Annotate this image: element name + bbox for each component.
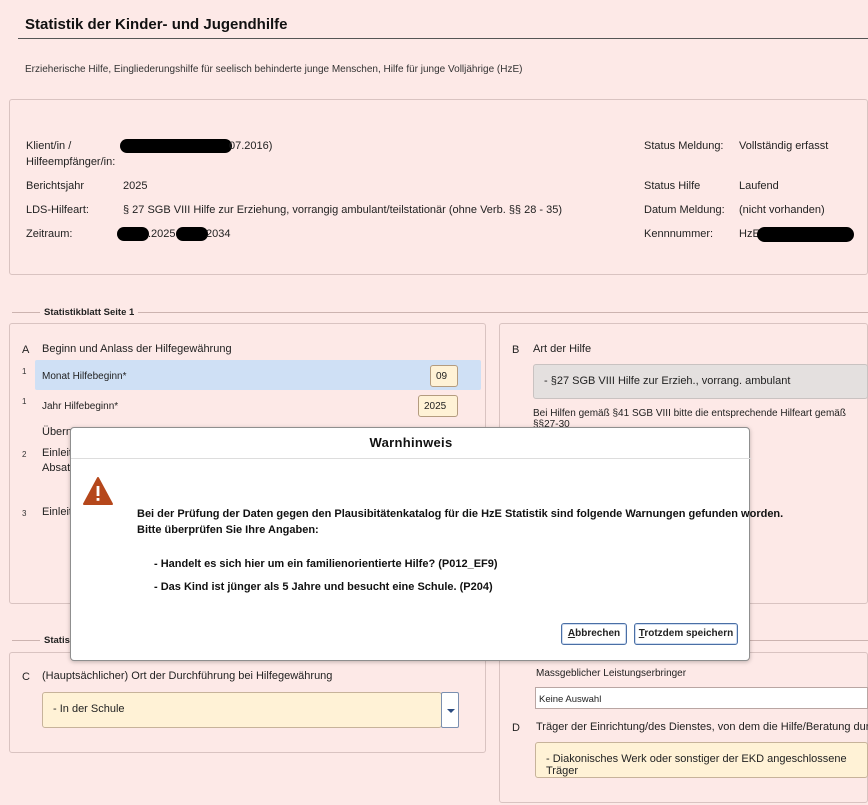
- warning-item-1: - Handelt es sich hier um ein familienor…: [154, 558, 498, 570]
- zeitraum-label: Zeitraum:: [26, 228, 73, 240]
- dialog-message-line-1: Bei der Prüfung der Daten gegen den Plau…: [137, 508, 784, 520]
- chevron-down-icon: [447, 709, 455, 713]
- section-b-letter: B: [512, 344, 520, 356]
- redacted-date-start: [117, 227, 149, 241]
- section-c-title: (Hauptsächlicher) Ort der Durchführung b…: [42, 670, 333, 682]
- client-value: 07.2016): [229, 140, 273, 152]
- section-c-letter: C: [22, 671, 30, 683]
- section-d-title: Träger der Einrichtung/des Dienstes, von…: [536, 721, 868, 733]
- status-meldung-value: Vollständig erfasst: [739, 140, 829, 152]
- jahr-label: Jahr Hilfebeginn*: [42, 401, 119, 412]
- page-subtitle: Erzieherische Hilfe, Eingliederungshilfe…: [25, 64, 523, 75]
- blatt1-legend: Statistikblatt Seite 1: [44, 307, 135, 318]
- monat-input[interactable]: 09: [430, 365, 458, 387]
- legend-line-left-2: [12, 640, 40, 641]
- leistungserbringer-label: Massgeblicher Leistungserbringer: [536, 668, 687, 679]
- dialog-title: Warnhinweis: [369, 435, 453, 450]
- einleitung-label: Einleit: [42, 447, 72, 459]
- client-label: Klient/in /: [26, 140, 72, 152]
- ort-select-dropdown-button[interactable]: [441, 692, 459, 728]
- lds-label: LDS-Hilfeart:: [26, 204, 89, 216]
- row-number: 1: [22, 397, 27, 406]
- warning-icon: [82, 476, 114, 506]
- warning-dialog: Warnhinweis Bei der Prüfung der Daten ge…: [70, 427, 783, 661]
- legend-line-right-2: [740, 640, 868, 641]
- leistungserbringer-select[interactable]: Keine Auswahl: [535, 687, 868, 709]
- traeger-field[interactable]: - Diakonisches Werk oder sonstiger der E…: [535, 742, 868, 778]
- cancel-button[interactable]: Abbrechen: [561, 623, 627, 645]
- jahr-input[interactable]: 2025: [418, 395, 458, 417]
- status-hilfe-label: Status Hilfe: [644, 180, 701, 192]
- warning-item-2: - Das Kind ist jünger als 5 Jahre und be…: [154, 581, 493, 593]
- berichtsjahr-label: Berichtsjahr: [26, 180, 85, 192]
- datum-meldung-label: Datum Meldung:: [644, 204, 725, 216]
- art-der-hilfe-field[interactable]: - §27 SGB VIII Hilfe zur Erzieh., vorran…: [533, 364, 868, 399]
- berichtsjahr-value: 2025: [123, 180, 148, 192]
- kennnummer-label: Kennnummer:: [644, 228, 714, 240]
- zeitraum-tail: 2034: [206, 228, 231, 240]
- row-number: 3: [22, 509, 27, 518]
- page-title: Statistik der Kinder- und Jugendhilfe: [25, 16, 288, 33]
- datum-meldung-value: (nicht vorhanden): [739, 204, 825, 216]
- status-hilfe-value: Laufend: [739, 180, 779, 192]
- status-meldung-label: Status Meldung:: [644, 140, 724, 152]
- ort-select[interactable]: - In der Schule: [42, 692, 442, 728]
- client-label-2: Hilfeempfänger/in:: [26, 156, 116, 168]
- section-a-letter: A: [22, 344, 30, 356]
- uebernahme-label: Übern: [42, 426, 72, 438]
- row-number: 2: [22, 450, 27, 459]
- lds-value: § 27 SGB VIII Hilfe zur Erziehung, vorra…: [123, 204, 563, 216]
- redacted-kennnummer: [757, 227, 854, 242]
- redacted-client-name: [120, 139, 232, 153]
- dialog-message-line-2: Bitte überprüfen Sie Ihre Angaben:: [137, 524, 319, 536]
- section-d-letter: D: [512, 722, 520, 734]
- save-anyway-button[interactable]: Trotzdem speichern: [634, 623, 738, 645]
- einleitung-2-label: Einleit: [42, 506, 72, 518]
- section-a-title: Beginn und Anlass der Hilfegewährung: [42, 343, 232, 355]
- monat-label: Monat Hilfebeginn*: [42, 371, 127, 382]
- section-b-title: Art der Hilfe: [533, 343, 592, 355]
- legend-line-left: [12, 312, 40, 313]
- legend-line-right: [138, 312, 868, 313]
- dialog-title-divider: [71, 458, 751, 459]
- redacted-date-end: [176, 227, 208, 241]
- blatt2-legend: Statist: [44, 635, 74, 646]
- title-divider: [18, 38, 868, 39]
- row-number: 1: [22, 367, 27, 376]
